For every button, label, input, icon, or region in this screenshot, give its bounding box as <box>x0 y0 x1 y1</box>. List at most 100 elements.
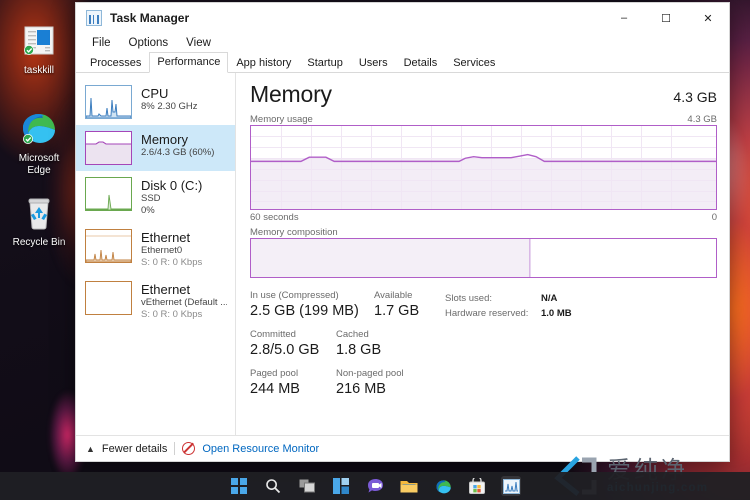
sidebar-item-memory[interactable]: Memory 2.6/4.3 GB (60%) <box>76 125 235 171</box>
available-label: Available <box>374 290 413 301</box>
sidebar-disk-type: SSD <box>141 193 161 204</box>
cached-label: Cached <box>336 329 369 340</box>
file-explorer-button[interactable] <box>399 476 419 496</box>
chevron-up-icon: ▲ <box>86 443 95 454</box>
memory-graph-thumb <box>85 131 132 165</box>
sidebar-item-ethernet-1[interactable]: Ethernet vEthernet (Default ... S: 0 R: … <box>76 275 235 327</box>
sidebar-item-disk[interactable]: Disk 0 (C:) SSD 0% <box>76 171 235 223</box>
store-button[interactable] <box>467 476 487 496</box>
performance-sidebar: CPU 8% 2.30 GHz Memory 2.6/4.3 GB (60%) <box>76 73 236 435</box>
axis-left-label: 60 seconds <box>250 212 299 223</box>
stats-column-left: In use (Compressed) Available 2.5 GB (19… <box>250 290 445 407</box>
tab-app-history[interactable]: App history <box>228 53 299 73</box>
slots-used-label: Slots used: <box>445 293 492 304</box>
start-button[interactable] <box>229 476 249 496</box>
window-body: CPU 8% 2.30 GHz Memory 2.6/4.3 GB (60%) <box>76 73 729 435</box>
sidebar-memory-detail: 2.6/4.3 GB (60%) <box>141 147 215 158</box>
sidebar-disk-usage: 0% <box>141 205 155 216</box>
desktop-icon-label: taskkill <box>23 65 54 76</box>
sidebar-ethernet0-throughput: S: 0 R: 0 Kbps <box>141 257 203 268</box>
store-icon <box>469 478 485 494</box>
hardware-reserved-label: Hardware reserved: <box>445 308 529 319</box>
sidebar-disk-title: Disk 0 (C:) <box>141 178 203 193</box>
widgets-button[interactable] <box>331 476 351 496</box>
tab-performance[interactable]: Performance <box>149 52 229 73</box>
memory-usage-label: Memory usage <box>250 114 313 125</box>
non-paged-pool-label: Non-paged pool <box>336 368 404 379</box>
window-titlebar[interactable]: Task Manager – ☐ ✕ <box>76 3 729 33</box>
maximize-button[interactable]: ☐ <box>645 3 687 33</box>
composition-available-segment <box>530 239 716 277</box>
desktop-icon-label: Recycle Bin <box>12 237 66 248</box>
task-manager-icon <box>86 10 102 26</box>
text-document-icon <box>4 26 74 62</box>
sidebar-cpu-title: CPU <box>141 86 169 101</box>
available-value: 1.7 GB <box>374 303 420 319</box>
tab-processes[interactable]: Processes <box>82 53 149 73</box>
sidebar-ethernet1-throughput: S: 0 R: 0 Kbps <box>141 309 203 320</box>
sidebar-ethernet0-title: Ethernet <box>141 230 191 245</box>
menu-view[interactable]: View <box>178 35 219 51</box>
window-controls: – ☐ ✕ <box>603 3 729 33</box>
memory-usage-max: 4.3 GB <box>687 114 717 125</box>
footer-separator <box>174 442 176 455</box>
memory-composition-chart[interactable] <box>250 238 717 278</box>
sidebar-ethernet1-title: Ethernet <box>141 282 191 297</box>
tab-users[interactable]: Users <box>351 53 396 73</box>
sidebar-ethernet0-adapter: Ethernet0 <box>141 245 183 256</box>
memory-composition-labels: Memory composition <box>250 227 717 238</box>
composition-in-use-segment <box>251 239 530 277</box>
search-icon <box>266 479 281 494</box>
menu-options[interactable]: Options <box>121 35 177 51</box>
task-manager-button[interactable] <box>501 476 521 496</box>
menu-file[interactable]: File <box>84 35 119 51</box>
close-button[interactable]: ✕ <box>687 3 729 33</box>
desktop-icon-microsoft-edge[interactable]: Microsoft Edge <box>4 108 74 177</box>
ethernet-graph-thumb <box>85 229 132 263</box>
edge-icon <box>4 108 74 150</box>
sidebar-cpu-detail: 8% 2.30 GHz <box>141 101 198 112</box>
hardware-reserved-value: 1.0 MB <box>541 308 572 319</box>
window-title: Task Manager <box>110 11 190 25</box>
memory-usage-line <box>251 126 716 210</box>
edge-button[interactable] <box>433 476 453 496</box>
taskbar <box>0 472 750 500</box>
desktop-icon-recycle-bin[interactable]: Recycle Bin <box>4 196 74 249</box>
memory-usage-axis: 60 seconds 0 <box>250 212 717 223</box>
memory-header: Memory 4.3 GB <box>250 81 717 108</box>
paged-pool-label: Paged pool <box>250 368 299 379</box>
edge-icon <box>436 479 451 493</box>
sidebar-item-cpu[interactable]: CPU 8% 2.30 GHz <box>76 79 235 125</box>
fewer-details-button[interactable]: Fewer details <box>102 443 167 455</box>
open-resource-monitor-link[interactable]: Open Resource Monitor <box>202 443 319 455</box>
memory-detail-panel: Memory 4.3 GB Memory usage 4.3 GB 60 sec… <box>236 73 729 435</box>
memory-total-value: 4.3 GB <box>673 89 717 105</box>
search-button[interactable] <box>263 476 283 496</box>
in-use-value: 2.5 GB (199 MB) <box>250 303 359 319</box>
task-view-icon <box>299 479 315 493</box>
desktop-icon-taskkill[interactable]: taskkill <box>4 26 74 77</box>
tab-services[interactable]: Services <box>445 53 503 73</box>
desktop-icon-label: Microsoft Edge <box>18 153 60 176</box>
sidebar-ethernet1-adapter: vEthernet (Default ... <box>141 297 227 308</box>
task-view-button[interactable] <box>297 476 317 496</box>
slots-used-value: N/A <box>541 293 558 304</box>
non-paged-pool-value: 216 MB <box>336 381 386 397</box>
chat-button[interactable] <box>365 476 385 496</box>
folder-icon <box>400 480 418 492</box>
tab-startup[interactable]: Startup <box>299 53 350 73</box>
committed-label: Committed <box>250 329 296 340</box>
tab-strip: Processes Performance App history Startu… <box>76 52 729 73</box>
tab-details[interactable]: Details <box>396 53 446 73</box>
task-manager-icon <box>502 478 520 494</box>
sidebar-memory-title: Memory <box>141 132 188 147</box>
resource-monitor-icon <box>182 442 196 455</box>
menu-bar: File Options View <box>76 33 729 53</box>
widgets-icon <box>333 478 349 494</box>
axis-right-label: 0 <box>711 212 717 223</box>
minimize-button[interactable]: – <box>603 3 645 33</box>
page-title: Memory <box>250 81 332 107</box>
disk-graph-thumb <box>85 177 132 211</box>
stats-column-right: Slots used: N/A Hardware reserved: 1.0 M… <box>445 290 717 407</box>
sidebar-item-ethernet-0[interactable]: Ethernet Ethernet0 S: 0 R: 0 Kbps <box>76 223 235 275</box>
